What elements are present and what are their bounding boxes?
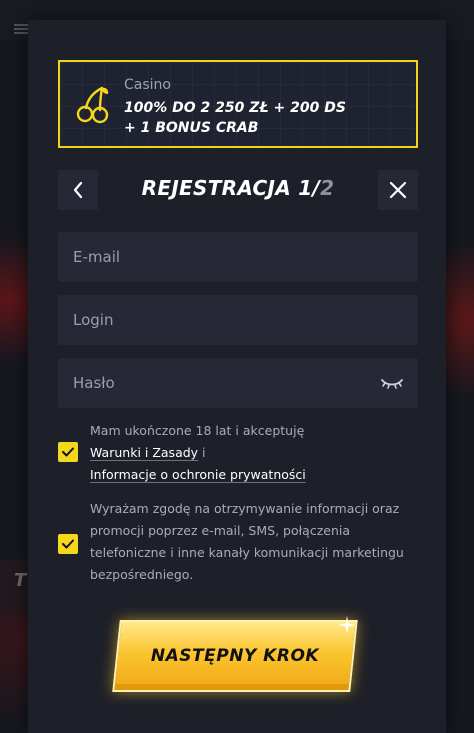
close-icon — [389, 181, 407, 199]
menu-icon — [14, 24, 28, 34]
checkmark-icon — [62, 447, 74, 457]
marketing-consent-checkbox[interactable] — [58, 534, 78, 554]
eye-closed-icon[interactable] — [380, 374, 404, 392]
terms-link[interactable]: Warunki i Zasady — [90, 445, 198, 460]
age-terms-text: Mam ukończone 18 lat i akceptuję — [90, 423, 305, 438]
title-step: REJESTRACJA 1/ — [141, 176, 321, 200]
age-terms-checkbox[interactable] — [58, 442, 78, 462]
offer-text: 100% DO 2 250 ZŁ + 200 DS + 1 BONUS CRAB — [124, 98, 404, 138]
age-terms-consent: Mam ukończone 18 lat i akceptuję Warunki… — [90, 420, 410, 486]
checkmark-icon — [62, 539, 74, 549]
offer-line-1: 100% DO 2 250 ZŁ + 200 DS — [124, 100, 346, 116]
back-button[interactable] — [58, 170, 98, 210]
marketing-consent-text: Wyrażam zgodę na otrzymywanie informacji… — [90, 501, 404, 582]
password-input[interactable] — [58, 358, 418, 408]
title-step-total: 2 — [320, 176, 335, 200]
next-step-button[interactable]: NASTĘPNY KROK — [112, 616, 358, 692]
offer-line-2: + 1 BONUS CRAB — [124, 120, 259, 136]
offer-category: Casino — [124, 77, 171, 93]
background-banner-letter: T — [14, 570, 27, 591]
privacy-link[interactable]: Informacje o ochronie prywatności — [90, 467, 306, 482]
email-input[interactable] — [58, 232, 418, 282]
page-title: REJESTRACJA 1/2 — [98, 176, 378, 200]
next-step-label: NASTĘPNY KROK — [150, 646, 320, 666]
cherries-icon — [76, 86, 109, 124]
privacy-line: Informacje o ochronie prywatności — [90, 464, 410, 486]
terms-line: Warunki i Zasady i — [90, 442, 410, 464]
bonus-offer-banner: Casino 100% DO 2 250 ZŁ + 200 DS + 1 BON… — [58, 60, 418, 148]
sparkle-icon — [338, 616, 356, 634]
background-banner: T — [0, 560, 28, 610]
terms-conjunction: i — [198, 445, 206, 460]
close-button[interactable] — [378, 170, 418, 210]
registration-modal: Casino 100% DO 2 250 ZŁ + 200 DS + 1 BON… — [28, 20, 446, 733]
password-field[interactable] — [58, 358, 418, 408]
email-field[interactable] — [58, 232, 418, 282]
login-field[interactable] — [58, 295, 418, 345]
login-input[interactable] — [58, 295, 418, 345]
chevron-left-icon — [73, 181, 83, 199]
